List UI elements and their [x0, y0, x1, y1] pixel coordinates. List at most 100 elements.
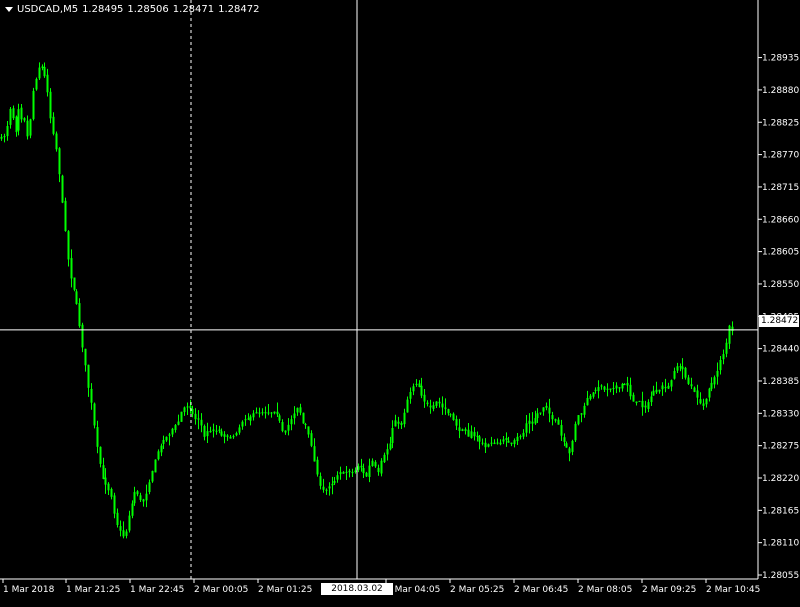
- x-tick-label: 2 Mar 09:25: [642, 585, 696, 595]
- candle-body: [560, 425, 563, 436]
- candle-body: [655, 389, 658, 393]
- candle-body: [87, 364, 90, 388]
- candle-body: [304, 424, 307, 426]
- price-chart[interactable]: 1.28935 1.28880 1.28825 1.28770 1.28715 1.286…: [0, 0, 800, 600]
- x-tick-label: 2 Mar 08:05: [578, 585, 632, 595]
- candle-body: [621, 383, 624, 389]
- y-tick-label: 1.28220: [762, 474, 799, 484]
- candle-body: [615, 385, 618, 389]
- y-tick-label: 1.28055: [762, 571, 799, 581]
- candle-body: [502, 439, 505, 442]
- candle-body: [229, 436, 232, 439]
- candle-body: [455, 419, 458, 426]
- candle-body: [96, 427, 99, 447]
- candle-body: [302, 412, 305, 424]
- candle-body: [400, 422, 403, 426]
- y-tick-label: 1.28770: [762, 151, 799, 161]
- candle-body: [571, 440, 574, 452]
- candle-body: [162, 439, 165, 444]
- candle-body: [725, 342, 728, 354]
- candle-body: [136, 491, 139, 495]
- candle-body: [586, 398, 589, 406]
- candle-body: [554, 419, 557, 421]
- candle-body: [722, 354, 725, 360]
- y-tick-label: 1.28110: [762, 539, 799, 549]
- candle-body: [499, 442, 502, 445]
- candle-body: [609, 388, 612, 390]
- candle-body: [435, 401, 438, 406]
- candle-body: [325, 489, 328, 491]
- candle-body: [6, 125, 9, 137]
- candle-body: [458, 427, 461, 431]
- candle-body: [409, 391, 412, 399]
- candle-body: [276, 411, 279, 415]
- candle-body: [319, 476, 322, 486]
- candle-body: [131, 503, 134, 516]
- candle-body: [476, 435, 479, 437]
- y-tick-label: 1.28550: [762, 280, 799, 290]
- candle-body: [212, 429, 215, 431]
- candle-body: [383, 454, 386, 463]
- candle-body: [333, 480, 336, 484]
- candle-body: [26, 120, 29, 137]
- candle-body: [209, 430, 212, 433]
- candle-body: [194, 413, 197, 420]
- candle-body: [41, 66, 44, 68]
- candle-body: [444, 407, 447, 409]
- candle-body: [374, 461, 377, 467]
- candle-body: [203, 425, 206, 437]
- candle-body: [278, 415, 281, 421]
- candle-body: [75, 291, 78, 304]
- axes-layer: [0, 0, 759, 580]
- candle-body: [345, 471, 348, 473]
- candle-body: [420, 385, 423, 396]
- candle-body: [67, 231, 70, 260]
- candle-body: [183, 407, 186, 413]
- candle-body: [255, 412, 258, 414]
- x-tick-label: 1 Mar 21:25: [66, 585, 120, 595]
- candle-body: [200, 419, 203, 426]
- candle-body: [592, 392, 595, 397]
- triangle-down-icon[interactable]: [5, 7, 13, 12]
- y-tick-label: 1.28935: [762, 54, 799, 64]
- candle-body: [478, 436, 481, 442]
- x-tick-label: 2 Mar 00:05: [194, 585, 248, 595]
- y-tick-label: 1.28605: [762, 248, 799, 258]
- candle-body: [389, 443, 392, 450]
- candle-body: [360, 465, 363, 468]
- candle-body: [151, 470, 154, 482]
- candle-body: [235, 433, 238, 436]
- symbol-label: USDCAD,M5: [17, 4, 79, 15]
- candle-body: [597, 387, 600, 392]
- x-tick-label: 2 Mar 01:25: [258, 585, 312, 595]
- candle-body: [528, 420, 531, 424]
- candle-body: [232, 436, 235, 438]
- candle-body: [449, 414, 452, 416]
- candle-body: [145, 493, 148, 501]
- candle-body: [510, 442, 513, 445]
- y-tick-label: 1.28880: [762, 86, 799, 96]
- candle-body: [467, 429, 470, 437]
- y-tick-label: 1.28330: [762, 409, 799, 419]
- candle-body: [186, 406, 189, 408]
- candle-body: [17, 109, 20, 131]
- chart-window[interactable]: 1.28935 1.28880 1.28825 1.28770 1.28715 1.286…: [0, 0, 800, 606]
- candle-body: [426, 402, 429, 405]
- x-tick-label: 2 Mar 10:45: [706, 585, 760, 595]
- x-tick-label: 2 Mar 04:05: [386, 585, 440, 595]
- candle-body: [696, 390, 699, 398]
- candle-body: [107, 483, 110, 491]
- candle-body: [348, 470, 351, 473]
- candle-body: [563, 437, 566, 442]
- candle-body: [618, 387, 621, 389]
- candle-body: [647, 402, 650, 409]
- candle-body: [9, 108, 12, 125]
- candle-body: [197, 418, 200, 420]
- candle-body: [644, 405, 647, 408]
- candle-body: [371, 460, 374, 467]
- candle-body: [0, 136, 3, 139]
- candle-body: [342, 472, 345, 474]
- candle-body: [429, 405, 432, 408]
- candle-body: [534, 418, 537, 424]
- candle-body: [116, 512, 119, 526]
